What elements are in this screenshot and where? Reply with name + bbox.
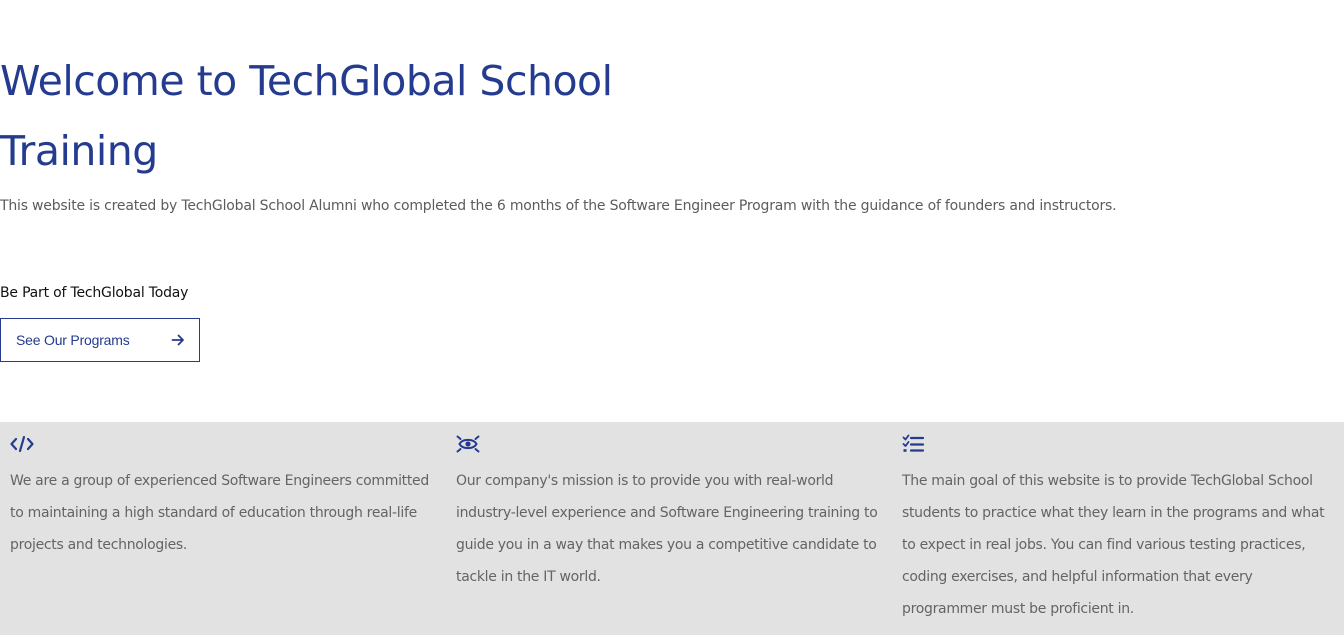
features-section: We are a group of experienced Software E… [0,422,1344,635]
see-our-programs-label: See Our Programs [16,332,130,348]
checklist-icon [902,434,925,452]
feature-text-goal: The main goal of this website is to prov… [902,473,1325,617]
hero-description: This website is created by TechGlobal Sc… [0,198,1117,214]
arrow-right-icon [171,334,184,346]
page-title: Welcome to TechGlobal School Training [0,57,613,175]
feature-text-experience: We are a group of experienced Software E… [10,473,429,553]
eye-target-icon [456,435,480,453]
code-icon [10,435,34,453]
cta-label: Be Part of TechGlobal Today [0,285,189,301]
feature-text-mission: Our company's mission is to provide you … [456,473,878,585]
see-our-programs-button[interactable]: See Our Programs [0,318,200,362]
hero-section: Welcome to TechGlobal School Training Th… [0,0,1344,422]
